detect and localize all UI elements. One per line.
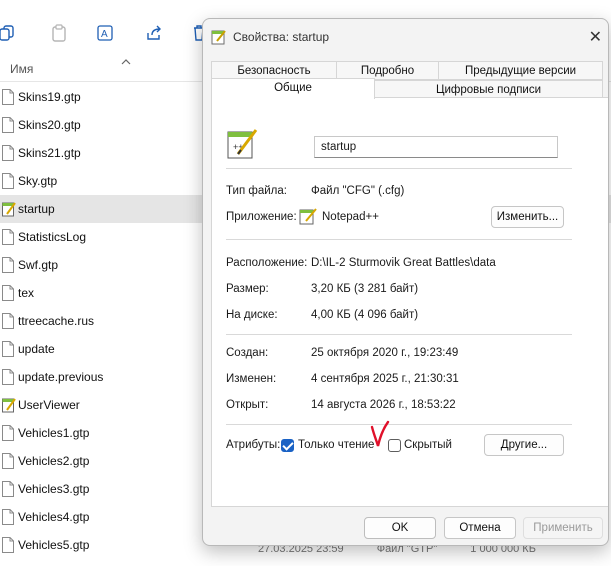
- file-type-label: Тип файла:: [226, 185, 287, 197]
- other-attributes-button[interactable]: Другие...: [484, 434, 564, 456]
- notepadpp-app-icon: [299, 207, 317, 228]
- share-button[interactable]: [141, 20, 167, 46]
- location-value: D:\IL-2 Sturmovik Great Battles\data: [311, 257, 496, 269]
- file-type-value: Файл "CFG" (.cfg): [311, 185, 405, 197]
- file-name: Skins21.gtp: [18, 146, 81, 160]
- copy-button[interactable]: [0, 20, 20, 46]
- file-icon: [2, 173, 14, 189]
- file-name: Vehicles1.gtp: [18, 426, 90, 440]
- file-name: startup: [18, 202, 55, 216]
- file-icon: [2, 509, 14, 525]
- rename-button[interactable]: A: [92, 20, 118, 46]
- file-name: StatisticsLog: [18, 230, 87, 244]
- file-name: Sky.gtp: [18, 174, 58, 188]
- file-name: Vehicles5.gtp: [18, 538, 90, 552]
- ok-button[interactable]: OK: [364, 517, 436, 539]
- file-icon: [2, 369, 14, 385]
- close-icon[interactable]: ✕: [589, 27, 602, 47]
- modified-value: 4 сентября 2025 г., 21:30:31: [311, 373, 459, 385]
- file-icon: [2, 145, 14, 161]
- file-name-input[interactable]: startup: [314, 136, 558, 158]
- paste-icon: [52, 24, 66, 42]
- notepadpp-file-icon: [2, 397, 16, 413]
- created-value: 25 октября 2020 г., 19:23:49: [311, 347, 459, 359]
- file-name: Vehicles2.gtp: [18, 454, 90, 468]
- file-icon: [2, 453, 14, 469]
- hidden-label[interactable]: Скрытый: [404, 439, 452, 451]
- file-icon: [2, 341, 14, 357]
- file-icon: [2, 313, 14, 329]
- divider: [226, 424, 572, 425]
- tab-previous-versions[interactable]: Предыдущие версии: [438, 61, 603, 80]
- paste-button[interactable]: [46, 20, 72, 46]
- dialog-titlebar[interactable]: Свойства: startup ✕: [203, 19, 608, 53]
- dialog-title: Свойства: startup: [233, 30, 330, 44]
- modified-label: Изменен:: [226, 373, 277, 385]
- divider: [226, 334, 572, 335]
- file-icon: [2, 89, 14, 105]
- file-icon: [2, 537, 14, 553]
- divider: [226, 168, 572, 169]
- notepadpp-file-icon: [211, 29, 227, 48]
- red-checkmark-annotation: [370, 420, 390, 453]
- application-value: Notepad++: [322, 211, 379, 223]
- created-label: Создан:: [226, 347, 269, 359]
- readonly-checkbox[interactable]: [281, 439, 294, 452]
- attributes-label: Атрибуты:: [226, 439, 281, 451]
- size-on-disk-label: На диске:: [226, 309, 278, 321]
- tab-general[interactable]: Общие: [211, 78, 375, 99]
- accessed-label: Открыт:: [226, 399, 269, 411]
- file-icon: [2, 481, 14, 497]
- file-name: Vehicles4.gtp: [18, 510, 90, 524]
- share-icon: [147, 25, 161, 40]
- copy-icon: [0, 25, 14, 41]
- accessed-value: 14 августа 2026 г., 18:53:22: [311, 399, 456, 411]
- file-icon: [2, 117, 14, 133]
- file-name: update.previous: [18, 370, 104, 384]
- general-tab-panel: ++ startup Тип файла: Файл "CFG" (.cfg) …: [211, 97, 608, 507]
- properties-dialog: Свойства: startup ✕ Безопасность Подробн…: [202, 18, 609, 546]
- size-on-disk-value: 4,00 КБ (4 096 байт): [311, 309, 419, 321]
- file-name: Swf.gtp: [18, 258, 59, 272]
- file-icon: [2, 229, 14, 245]
- file-name: UserViewer: [18, 398, 80, 412]
- size-value: 3,20 КБ (3 281 байт): [311, 283, 419, 295]
- readonly-label[interactable]: Только чтение: [298, 439, 374, 451]
- cancel-button[interactable]: Отмена: [444, 517, 516, 539]
- file-name: ttreecache.rus: [18, 314, 95, 328]
- change-button[interactable]: Изменить...: [491, 206, 564, 228]
- sort-chevron-icon: [120, 56, 132, 70]
- rename-icon: A: [97, 25, 113, 41]
- application-label: Приложение:: [226, 211, 297, 223]
- notepadpp-file-icon: [2, 201, 16, 217]
- svg-text:A: A: [101, 29, 108, 40]
- file-name: tex: [18, 286, 35, 300]
- divider: [226, 239, 572, 240]
- file-icon: [2, 285, 14, 301]
- notepadpp-large-icon: ++: [226, 128, 258, 163]
- tab-digital-signatures[interactable]: Цифровые подписи: [374, 80, 603, 98]
- column-header-name[interactable]: Имя: [10, 62, 33, 76]
- file-icon: [2, 257, 14, 273]
- size-label: Размер:: [226, 283, 269, 295]
- location-label: Расположение:: [226, 257, 308, 269]
- file-name: Skins19.gtp: [18, 90, 81, 104]
- file-name: Vehicles3.gtp: [18, 482, 90, 496]
- file-name: update: [18, 342, 55, 356]
- apply-button[interactable]: Применить: [523, 517, 603, 539]
- file-icon: [2, 425, 14, 441]
- file-name: Skins20.gtp: [18, 118, 81, 132]
